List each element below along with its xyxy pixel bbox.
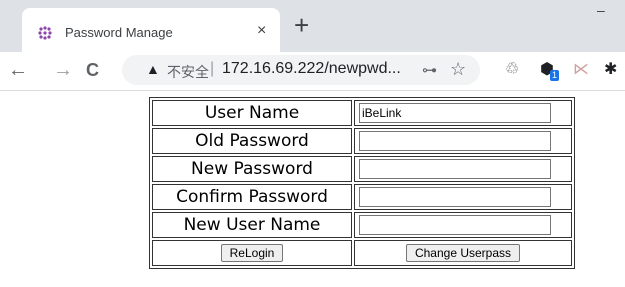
minimize-window-button[interactable]: – [597,2,605,18]
extension-icon-faded[interactable]: ⋉ [573,60,589,80]
forward-arrow-icon[interactable]: → [53,58,73,82]
password-form: User Name Old Password New Password Conf… [149,97,575,269]
extension-badge-icon[interactable]: ⬢ 1 [540,60,560,81]
confirm-password-cell [354,184,572,210]
confirm-password-label: Confirm Password [152,184,352,210]
relogin-cell: ReLogin [152,240,352,266]
change-userpass-cell: Change Userpass [354,240,572,266]
tab-strip: Password Manage × + – [0,0,625,52]
change-userpass-button[interactable]: Change Userpass [405,244,521,262]
back-arrow-icon[interactable]: ← [8,58,28,82]
browser-tab[interactable]: Password Manage × [22,8,280,52]
row-old-password: Old Password [152,128,572,154]
warning-icon[interactable]: ▲ [146,61,160,77]
insecure-label[interactable]: 不安全 [167,62,209,82]
close-tab-icon[interactable]: × [257,22,266,40]
row-new-user-name: New User Name [152,212,572,238]
grid-dots-icon [38,26,52,40]
user-name-label: User Name [152,100,352,126]
row-buttons: ReLogin Change Userpass [152,240,572,266]
address-separator: | [210,60,215,77]
extension-icon[interactable]: ♲ [505,60,519,80]
old-password-label: Old Password [152,128,352,154]
relogin-button[interactable]: ReLogin [220,244,284,262]
old-password-cell [354,128,572,154]
puzzle-icon[interactable]: ✱ [604,60,617,80]
address-bar[interactable]: ▲ 不安全 | 172.16.69.222/newpwd... ⊶ ☆ [122,55,480,85]
new-user-name-label: New User Name [152,212,352,238]
browser-toolbar: ← → C ▲ 不安全 | 172.16.69.222/newpwd... ⊶ … [0,52,625,91]
new-user-name-input[interactable] [359,215,551,235]
row-confirm-password: Confirm Password [152,184,572,210]
reload-icon[interactable]: C [86,58,99,82]
user-name-cell [354,100,572,126]
new-user-name-cell [354,212,572,238]
tab-title: Password Manage [65,25,173,40]
new-tab-button[interactable]: + [294,12,309,38]
new-password-input[interactable] [359,159,551,179]
url-text[interactable]: 172.16.69.222/newpwd... [222,60,401,78]
new-password-cell [354,156,572,182]
bookmark-star-icon[interactable]: ☆ [450,59,466,80]
row-new-password: New Password [152,156,572,182]
row-user-name: User Name [152,100,572,126]
old-password-input[interactable] [359,131,551,151]
key-icon[interactable]: ⊶ [422,61,437,79]
user-name-input[interactable] [359,103,551,123]
new-password-label: New Password [152,156,352,182]
extension-badge-count: 1 [550,70,560,81]
confirm-password-input[interactable] [359,187,551,207]
